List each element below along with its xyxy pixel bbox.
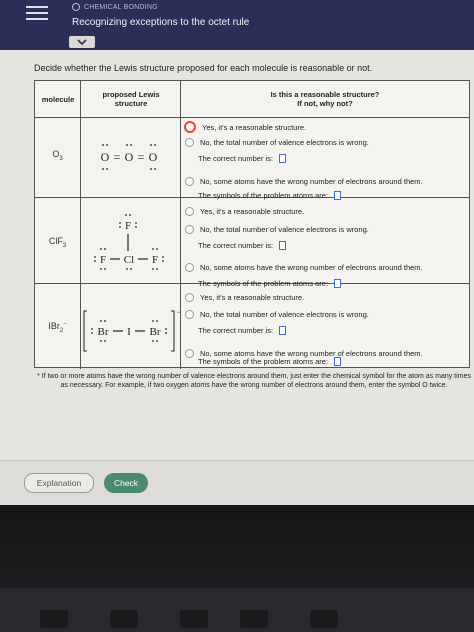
svg-text:Br: Br [98,326,109,338]
module-row: CHEMICAL BONDING [72,3,158,11]
function-key [110,610,138,628]
o3-correct-number: The correct number is: [198,154,287,163]
function-key [240,610,268,628]
o3-problem-atoms: The symbols of the problem atoms are: [198,191,342,200]
radio-icon[interactable] [185,263,194,272]
o3-symbols-input[interactable] [334,191,342,200]
radio-icon[interactable] [185,225,194,234]
module-name: CHEMICAL BONDING [84,3,158,11]
function-key [310,610,338,628]
clf3-option-yes[interactable]: Yes, it's a reasonable structure. [185,207,304,216]
svg-text:O: O [101,150,110,164]
svg-text:O: O [125,150,134,164]
check-button[interactable]: Check [104,473,148,493]
svg-text:−: − [176,307,181,317]
svg-text:=: = [114,150,121,164]
header-question: Is this a reasonable structure? If not, w… [181,81,469,118]
svg-text:F: F [125,220,131,232]
ibr2-correct-number: The correct number is: [198,326,287,335]
ibr2-symbols-input[interactable] [334,357,342,366]
screen: CHEMICAL BONDING Recognizing exceptions … [0,0,474,505]
hamburger-menu-icon[interactable] [26,6,48,24]
molecule-clf3: ClF3 [48,236,67,249]
svg-text:I: I [127,326,131,338]
clf3-option-valence[interactable]: No, the total number of valence electron… [185,225,369,234]
svg-text:=: = [138,150,145,164]
ibr2-option-yes[interactable]: Yes, it's a reasonable structure. [185,293,304,302]
lewis-structure-o3: O = O = O [101,144,158,170]
keyboard-area [0,588,474,632]
svg-text:F: F [100,254,106,266]
o3-option-yes[interactable]: Yes, it's a reasonable structure. [184,121,306,133]
clf3-symbols-input[interactable] [334,279,342,288]
header-molecule: molecule [35,81,81,118]
lewis-structure-clf3: F F Cl F [94,214,164,270]
svg-text:Cl: Cl [124,254,134,266]
o3-option-wrong-atoms[interactable]: No, some atoms have the wrong number of … [185,177,423,186]
function-key [180,610,208,628]
molecule-o3: O3 [52,149,63,162]
radio-icon[interactable] [185,310,194,319]
o3-option-valence[interactable]: No, the total number of valence electron… [185,138,369,147]
module-circle-icon [72,3,80,11]
function-key [40,610,68,628]
chevron-down-icon [77,38,87,45]
ibr2-problem-atoms: The symbols of the problem atoms are: [198,357,342,366]
svg-text:F: F [152,254,158,266]
svg-text:O: O [149,150,158,164]
header-proposed: proposed Lewis structure [81,81,181,118]
radio-icon[interactable] [185,138,194,147]
lewis-structure-ibr2: Br I Br − [83,307,181,352]
radio-icon[interactable] [185,207,194,216]
radio-selected-icon[interactable] [184,121,196,133]
clf3-option-wrong-atoms[interactable]: No, some atoms have the wrong number of … [185,263,423,272]
footnote: * If two or more atoms have the wrong nu… [37,373,471,389]
clf3-correct-number: The correct number is: [198,241,287,250]
lewis-table: molecule proposed Lewis structure Is this… [34,80,470,369]
explanation-button[interactable]: Explanation [24,473,94,493]
instruction-text: Decide whether the Lewis structure propo… [34,63,373,73]
o3-number-input[interactable] [279,154,287,163]
svg-text:Br: Br [150,326,161,338]
radio-icon[interactable] [185,349,194,358]
page-title: Recognizing exceptions to the octet rule [72,17,250,28]
clf3-problem-atoms: The symbols of the problem atoms are: [198,279,342,288]
clf3-number-input[interactable] [279,241,287,250]
collapse-button[interactable] [69,36,95,48]
ibr2-number-input[interactable] [279,326,287,335]
ibr2-option-valence[interactable]: No, the total number of valence electron… [185,310,369,319]
top-bar: CHEMICAL BONDING Recognizing exceptions … [0,0,474,50]
radio-icon[interactable] [185,293,194,302]
radio-icon[interactable] [185,177,194,186]
molecule-ibr2: IBr2− [48,321,67,334]
